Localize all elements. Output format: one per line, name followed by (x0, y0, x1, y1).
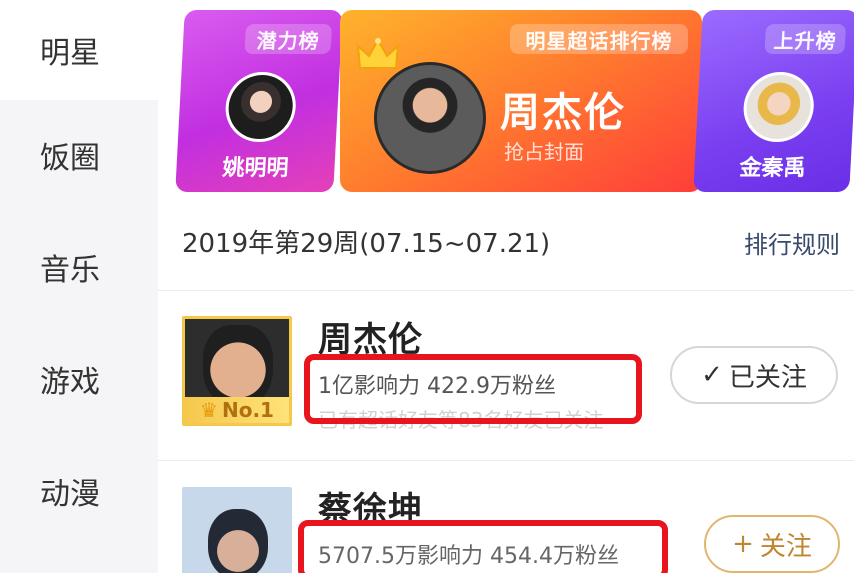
crown-icon (356, 38, 400, 69)
card-subtitle: 抢占封面 (504, 140, 584, 164)
rank-badge: ♛ No.1 (185, 397, 289, 423)
divider (158, 460, 854, 461)
highlight-box (298, 520, 668, 573)
sidebar-item-anime[interactable]: 动漫 (0, 436, 158, 546)
rising-ranking-card[interactable]: 上升榜 金秦禹 (693, 10, 854, 192)
avatar (741, 72, 816, 142)
star-topic-ranking-card[interactable]: 明星超话排行榜 周杰伦 抢占封面 (340, 10, 702, 192)
avatar (374, 62, 486, 174)
card-tag: 明星超话排行榜 (510, 24, 688, 54)
followed-button[interactable]: ✓ 已关注 (670, 346, 838, 404)
card-star-name: 姚明明 (221, 156, 290, 181)
sidebar-item-games[interactable]: 游戏 (0, 324, 158, 434)
sidebar-item-label: 音乐 (40, 253, 100, 288)
sidebar-item-fandom[interactable]: 饭圈 (0, 100, 158, 210)
crown-icon: ♛ (200, 398, 218, 422)
card-star-name: 周杰伦 (500, 90, 626, 136)
sidebar-item-stars[interactable]: 明星 (0, 0, 158, 100)
follow-button[interactable]: + 关注 (704, 515, 840, 573)
potential-ranking-card[interactable]: 潜力榜 姚明明 (175, 10, 343, 192)
card-star-name: 金秦禹 (738, 156, 807, 181)
star-thumbnail[interactable] (182, 487, 292, 573)
category-sidebar: 明星 饭圈 音乐 游戏 动漫 (0, 0, 158, 573)
week-label: 2019年第29周(07.15~07.21) (182, 229, 551, 259)
plus-icon: + (732, 529, 754, 559)
ranking-rules-link[interactable]: 排行规则 (744, 225, 840, 260)
ranking-banner: 潜力榜 姚明明 明星超话排行榜 周杰伦 抢占封面 上升榜 金秦禹 (158, 0, 854, 200)
check-icon: ✓ (701, 360, 723, 390)
sidebar-item-label: 明星 (40, 36, 100, 71)
card-tag: 上升榜 (764, 24, 847, 54)
sidebar-item-label: 游戏 (40, 365, 100, 400)
sidebar-item-music[interactable]: 音乐 (0, 212, 158, 322)
divider (158, 290, 854, 291)
highlight-box (304, 354, 642, 424)
star-thumbnail[interactable]: ♛ No.1 (182, 316, 292, 426)
card-tag: 潜力榜 (244, 24, 333, 54)
sidebar-item-label: 饭圈 (40, 141, 100, 176)
avatar (223, 72, 298, 142)
sidebar-item-label: 动漫 (40, 477, 100, 512)
